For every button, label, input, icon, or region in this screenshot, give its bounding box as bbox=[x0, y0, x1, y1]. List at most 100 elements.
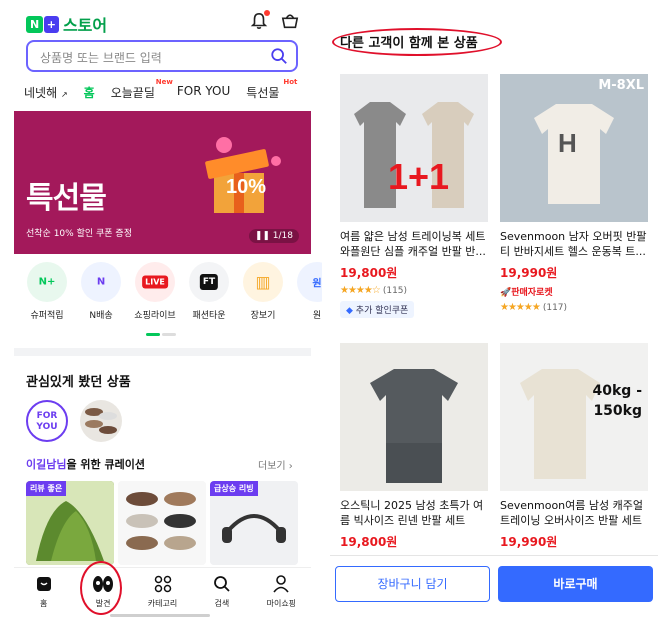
curation-card[interactable] bbox=[118, 481, 206, 565]
promo-overlay: 1+1 bbox=[388, 156, 450, 197]
user-name: 이길남님 bbox=[26, 458, 67, 471]
weight-max: 150kg bbox=[593, 403, 642, 419]
quick-item-shopping-live[interactable]: LIVE 쇼핑라이브 bbox=[130, 262, 180, 321]
shoes-image bbox=[85, 408, 117, 434]
highlight-circle bbox=[80, 561, 122, 615]
hot-badge: Hot bbox=[283, 78, 298, 86]
quick-label: 쇼핑라이브 bbox=[134, 311, 176, 321]
product-name: Sevenmoon 남자 오버핏 반팔티 반바지세트 헬스 운동복 트... bbox=[500, 230, 647, 258]
tab-nenethae[interactable]: 네넷해 ↗ bbox=[24, 84, 68, 101]
quick-item-super-point[interactable]: N+ 슈퍼적립 bbox=[22, 262, 72, 321]
banner-subtitle: 선착순 10% 할인 쿠폰 증정 bbox=[26, 229, 132, 239]
panel-divider bbox=[322, 0, 330, 621]
add-to-cart-button[interactable]: 장바구니 담기 bbox=[335, 566, 490, 602]
coupon-label: 추가 할인쿠폰 bbox=[355, 306, 409, 316]
quick-label: 장보기 bbox=[250, 311, 276, 321]
pause-icon[interactable]: ❚❚ bbox=[255, 231, 270, 241]
nav-label: 마이쇼핑 bbox=[266, 599, 297, 608]
store-home-screen: N + 스토어 상품명 또는 브랜드 입력 네넷해 ↗ 홈 오늘끝딜 New FO… bbox=[0, 0, 322, 621]
banner-badge: 10% bbox=[226, 176, 266, 198]
nav-home[interactable]: 홈 bbox=[14, 568, 73, 621]
super-point-icon: N+ bbox=[38, 276, 56, 288]
live-icon: LIVE bbox=[142, 275, 168, 289]
pager-text: 1/18 bbox=[272, 231, 293, 241]
rating-row: ★★★★☆ (115) bbox=[340, 285, 488, 296]
section-divider bbox=[14, 348, 311, 356]
nav-label: 검색 bbox=[214, 599, 230, 608]
section-title: 관심있게 봤던 상품 bbox=[26, 375, 131, 390]
product-price: 19,800원 bbox=[340, 535, 398, 549]
search-icon bbox=[214, 576, 230, 592]
linen-set-image bbox=[340, 343, 488, 491]
quick-item-more[interactable]: 원원 bbox=[292, 262, 322, 321]
promo-banner[interactable]: 10% 특선물 선착순 10% 할인 쿠폰 증정 ❚❚ 1/18 bbox=[14, 111, 311, 254]
new-badge: New bbox=[155, 78, 173, 86]
tab-label: 홈 bbox=[83, 86, 95, 100]
product-image bbox=[340, 343, 488, 491]
product-detail-screen: 다른 고객이 함께 본 상품 1+1 여름 얇은 남성 트레이닝복 세트 와플원… bbox=[330, 0, 658, 621]
coupon-badge: ◆ 추가 할인쿠폰 bbox=[340, 301, 415, 318]
tab-label: 특선물 bbox=[246, 86, 280, 100]
store-logo[interactable]: N + 스토어 bbox=[26, 12, 107, 36]
bottom-navigation: 홈 발견 카테고리 검색 마이쇼핑 bbox=[14, 567, 311, 621]
quick-item-grocery[interactable]: ▥ 장보기 bbox=[238, 262, 288, 321]
tab-home[interactable]: 홈 bbox=[84, 84, 95, 101]
highlight-circle bbox=[332, 28, 502, 56]
product-card[interactable]: 40kg - 150kg Sevenmoon여름 남성 캐주얼 트레이닝 오버사이… bbox=[500, 343, 648, 550]
curation-card[interactable]: 급상승 리빙 bbox=[210, 481, 298, 565]
card-tag: 급상승 리빙 bbox=[210, 481, 258, 496]
n-delivery-icon: N bbox=[96, 276, 106, 288]
fashion-town-icon: FT bbox=[199, 274, 219, 290]
for-you-button[interactable]: FOR YOU bbox=[26, 400, 68, 442]
sandals-image bbox=[118, 481, 206, 565]
nav-my-shopping[interactable]: 마이쇼핑 bbox=[252, 568, 311, 621]
quick-label: 패션타운 bbox=[192, 311, 226, 321]
category-icon bbox=[154, 575, 171, 593]
tab-today-deal[interactable]: 오늘끝딜 New bbox=[110, 78, 173, 101]
external-link-icon: ↗ bbox=[60, 90, 68, 99]
nav-label: 카테고리 bbox=[147, 599, 178, 608]
tab-for-you[interactable]: FOR YOU bbox=[177, 84, 230, 101]
product-name: 오스틱니 2025 남성 초특가 여름 빅사이즈 린넨 반팔 세트 bbox=[340, 499, 484, 527]
quick-menu: N+ 슈퍼적립 N N배송 LIVE 쇼핑라이브 FT 패션타운 ▥ 장보기 원원 bbox=[22, 262, 322, 321]
star-rating: ★★★★☆ bbox=[340, 285, 381, 296]
won-icon: 원 bbox=[312, 278, 322, 290]
tshirt-set-image: H bbox=[500, 74, 648, 222]
card-tag: 리뷰 좋은 bbox=[26, 481, 67, 496]
search-input[interactable]: 상품명 또는 브랜드 입력 bbox=[26, 40, 298, 72]
user-icon bbox=[273, 575, 289, 593]
tab-special[interactable]: 특선물 Hot bbox=[246, 78, 297, 101]
tab-label: 오늘끝딜 bbox=[110, 86, 155, 100]
product-name: 여름 얇은 남성 트레이닝복 세트 와플원단 심플 캐주얼 반팔 반... bbox=[340, 230, 486, 258]
more-link[interactable]: 더보기 › bbox=[258, 457, 293, 472]
recent-item-thumbnail[interactable] bbox=[80, 400, 122, 442]
tab-label: FOR YOU bbox=[176, 84, 231, 98]
seller-rocket-badge: 🚀판매자로켓 bbox=[500, 288, 553, 298]
logo-text: 스토어 bbox=[62, 16, 108, 35]
home-icon bbox=[36, 577, 51, 591]
product-card[interactable]: 오스틱니 2025 남성 초특가 여름 빅사이즈 린넨 반팔 세트 19,800… bbox=[340, 343, 488, 550]
product-name: Sevenmoon여름 남성 캐주얼 트레이닝 오버사이즈 반팔 세트 bbox=[500, 499, 643, 527]
svg-text:H: H bbox=[558, 128, 577, 158]
quick-item-fashion-town[interactable]: FT 패션타운 bbox=[184, 262, 234, 321]
rating-row: ★★★★★ (117) bbox=[500, 302, 648, 313]
search-placeholder: 상품명 또는 브랜드 입력 bbox=[40, 51, 162, 65]
quick-label: 원 bbox=[312, 311, 322, 321]
weight-overlay: 40kg - 150kg bbox=[593, 381, 643, 421]
basket-icon[interactable] bbox=[281, 12, 299, 30]
search-icon[interactable] bbox=[270, 47, 288, 65]
buy-now-button[interactable]: 바로구매 bbox=[498, 566, 653, 602]
home-indicator bbox=[110, 614, 210, 617]
page-indicator bbox=[146, 333, 176, 336]
product-card[interactable]: H M-8XL Sevenmoon 남자 오버핏 반팔티 반바지세트 헬스 운동… bbox=[500, 74, 648, 313]
banner-pager[interactable]: ❚❚ 1/18 bbox=[248, 229, 299, 243]
product-price: 19,990원 bbox=[500, 266, 558, 280]
gift-box-icon: 10% bbox=[205, 137, 281, 213]
product-card[interactable]: 1+1 여름 얇은 남성 트레이닝복 세트 와플원단 심플 캐주얼 반팔 반..… bbox=[340, 74, 488, 318]
product-price: 19,800원 bbox=[340, 266, 398, 280]
tab-label: 네넷해 bbox=[24, 86, 58, 100]
curation-card[interactable]: 리뷰 좋은 bbox=[26, 481, 114, 565]
quick-label: N배송 bbox=[89, 311, 113, 321]
quick-item-n-delivery[interactable]: N N배송 bbox=[76, 262, 126, 321]
quick-label: 슈퍼적립 bbox=[30, 311, 64, 321]
